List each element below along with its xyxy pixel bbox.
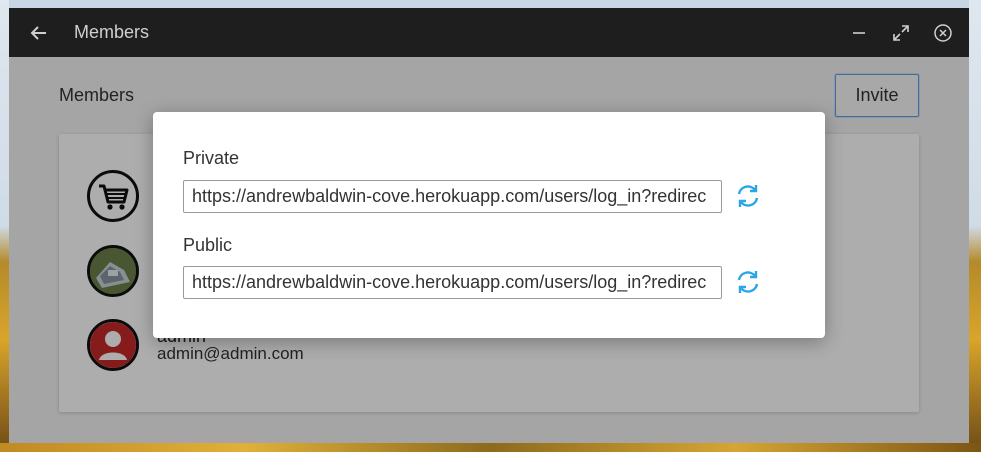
desktop-background-right [969, 0, 981, 452]
public-link-label: Public [183, 235, 233, 255]
maximize-button[interactable] [889, 21, 913, 45]
public-link-field[interactable] [183, 265, 722, 299]
invite-links-dialog: Private Public [153, 112, 825, 338]
regenerate-public-link-button[interactable] [730, 264, 766, 300]
private-link-field[interactable] [183, 179, 722, 213]
minimize-button[interactable] [847, 21, 871, 45]
private-link-row [183, 178, 766, 214]
back-button[interactable] [9, 8, 69, 57]
window-controls [847, 8, 955, 57]
expand-icon [893, 24, 909, 41]
window-title: Members [74, 22, 150, 42]
arrow-left-icon [30, 25, 46, 40]
refresh-icon [737, 185, 759, 207]
desktop-background-left [0, 0, 9, 452]
close-circle-icon [934, 23, 952, 42]
titlebar: Members [9, 8, 969, 57]
close-button[interactable] [931, 21, 955, 45]
public-link-row [183, 264, 766, 300]
regenerate-private-link-button[interactable] [730, 178, 766, 214]
refresh-icon [737, 271, 759, 293]
desktop-background-bottom [0, 443, 981, 452]
minimize-icon [853, 31, 865, 34]
private-link-label: Private [183, 148, 240, 168]
